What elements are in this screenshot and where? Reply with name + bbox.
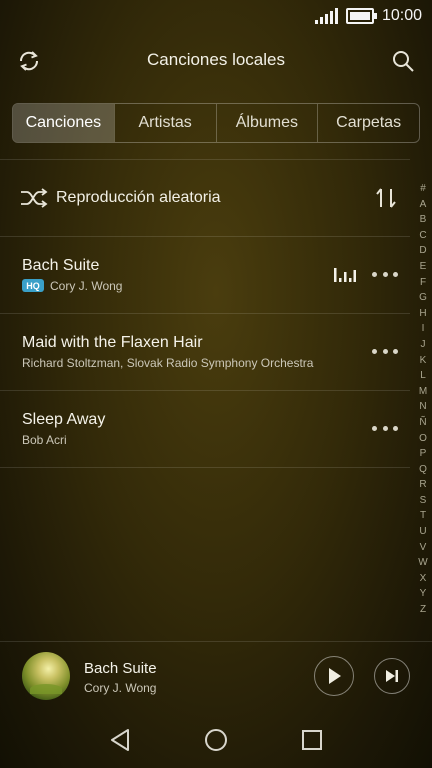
shuffle-icon	[21, 188, 48, 208]
index-letter[interactable]: D	[419, 243, 426, 259]
tab-carpetas[interactable]: Carpetas	[317, 104, 419, 142]
more-icon	[372, 271, 377, 277]
index-letter[interactable]: N	[419, 399, 426, 415]
index-letter[interactable]: X	[420, 571, 427, 587]
album-cover[interactable]	[22, 652, 70, 700]
index-letter[interactable]: W	[418, 555, 427, 571]
sort-icon[interactable]	[374, 186, 398, 210]
song-title: Maid with the Flaxen Hair	[22, 334, 203, 351]
back-icon	[111, 729, 129, 751]
song-item[interactable]: Maid with the Flaxen Hair Richard Stoltz…	[0, 313, 410, 390]
navigation-bar	[0, 712, 432, 768]
now-playing-title: Bach Suite	[84, 660, 157, 677]
more-options-button[interactable]	[372, 264, 398, 284]
hq-badge: HQ	[22, 279, 44, 292]
back-button[interactable]	[105, 726, 135, 754]
song-title: Bach Suite	[22, 257, 100, 274]
index-letter[interactable]: M	[419, 384, 427, 400]
index-letter[interactable]: H	[419, 306, 426, 322]
app-header: Canciones locales	[0, 40, 432, 80]
play-button[interactable]	[314, 656, 354, 696]
home-icon	[205, 729, 227, 751]
shuffle-label: Reproducción aleatoria	[56, 189, 221, 206]
page-title: Canciones locales	[147, 50, 285, 69]
index-letter[interactable]: I	[422, 321, 425, 337]
index-letter[interactable]: F	[420, 275, 426, 291]
index-letter[interactable]: B	[420, 212, 427, 228]
play-icon	[329, 668, 341, 684]
more-icon	[372, 348, 377, 354]
status-time: 10:00	[381, 7, 422, 24]
index-letter[interactable]: U	[419, 524, 426, 540]
index-letter[interactable]: K	[420, 353, 427, 369]
index-letter[interactable]: J	[421, 337, 426, 353]
song-title: Sleep Away	[22, 411, 106, 428]
song-artist: Cory J. Wong	[50, 279, 123, 293]
more-options-button[interactable]	[372, 418, 398, 438]
index-letter[interactable]: Z	[420, 602, 426, 618]
search-icon	[393, 51, 414, 72]
alphabet-index[interactable]: # A B C D E F G H I J K L M N Ñ O P Q R …	[415, 181, 431, 618]
recents-button[interactable]	[297, 726, 327, 754]
shuffle-all-row[interactable]: Reproducción aleatoria	[0, 160, 410, 236]
next-button[interactable]	[374, 658, 410, 694]
song-artist: Bob Acri	[22, 433, 67, 447]
song-item[interactable]: Sleep Away Bob Acri	[0, 390, 410, 467]
song-artist: Richard Stoltzman, Slovak Radio Symphony…	[22, 356, 314, 370]
index-letter[interactable]: S	[420, 493, 427, 509]
index-letter[interactable]: R	[419, 477, 426, 493]
index-letter[interactable]: Ñ	[419, 415, 426, 431]
status-bar: 10:00	[0, 0, 432, 32]
index-letter[interactable]: V	[420, 540, 427, 556]
index-letter[interactable]: O	[419, 431, 427, 447]
tab-bar: Canciones Artistas Álbumes Carpetas	[12, 103, 420, 143]
index-letter[interactable]: Q	[419, 462, 427, 478]
tab-artistas[interactable]: Artistas	[113, 104, 216, 142]
index-letter[interactable]: T	[420, 508, 426, 524]
next-icon	[386, 670, 398, 682]
home-button[interactable]	[201, 726, 231, 754]
index-letter[interactable]: A	[420, 197, 427, 213]
index-letter[interactable]: L	[420, 368, 426, 384]
now-playing-bar[interactable]: Bach Suite Cory J. Wong	[0, 642, 432, 710]
index-letter[interactable]: E	[420, 259, 427, 275]
tab-canciones[interactable]: Canciones	[13, 104, 114, 142]
song-item[interactable]: Bach Suite HQ Cory J. Wong	[0, 236, 410, 313]
divider	[0, 467, 410, 468]
index-letter[interactable]: #	[420, 181, 426, 197]
search-button[interactable]	[386, 44, 420, 78]
signal-icon	[314, 8, 338, 24]
recents-icon	[302, 730, 322, 750]
more-icon	[372, 425, 377, 431]
index-letter[interactable]: P	[420, 446, 427, 462]
index-letter[interactable]: Y	[420, 586, 427, 602]
index-letter[interactable]: G	[419, 290, 427, 306]
index-letter[interactable]: C	[419, 228, 426, 244]
equalizer-icon	[334, 268, 356, 282]
more-options-button[interactable]	[372, 341, 398, 361]
now-playing-artist: Cory J. Wong	[84, 681, 157, 695]
tab-albumes[interactable]: Álbumes	[215, 104, 318, 142]
battery-icon	[345, 8, 377, 24]
